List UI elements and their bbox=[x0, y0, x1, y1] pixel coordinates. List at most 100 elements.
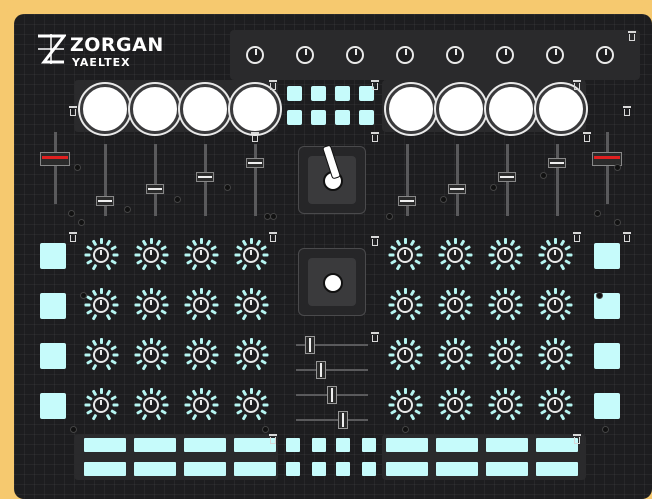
fader-handle[interactable] bbox=[498, 172, 516, 182]
trash-icon[interactable] bbox=[628, 31, 636, 41]
encoder-knob[interactable] bbox=[93, 247, 109, 263]
encoder[interactable] bbox=[388, 388, 423, 422]
joystick-top[interactable] bbox=[298, 144, 366, 214]
bottom-square-button[interactable] bbox=[362, 462, 376, 476]
bottom-button[interactable] bbox=[84, 462, 126, 476]
bottom-square-button[interactable] bbox=[312, 462, 326, 476]
trash-icon[interactable] bbox=[69, 232, 77, 242]
encoder-knob[interactable] bbox=[397, 247, 413, 263]
encoder[interactable] bbox=[488, 338, 523, 372]
trash-icon[interactable] bbox=[371, 132, 379, 142]
trash-icon[interactable] bbox=[573, 80, 581, 90]
bottom-square-button[interactable] bbox=[286, 462, 300, 476]
trash-icon[interactable] bbox=[371, 332, 379, 342]
encoder-knob[interactable] bbox=[497, 347, 513, 363]
encoder[interactable] bbox=[488, 238, 523, 272]
bottom-button[interactable] bbox=[386, 462, 428, 476]
encoder[interactable] bbox=[184, 238, 219, 272]
bottom-button[interactable] bbox=[184, 438, 226, 452]
trash-icon[interactable] bbox=[573, 434, 581, 444]
encoder[interactable] bbox=[438, 388, 473, 422]
encoder-knob[interactable] bbox=[547, 297, 563, 313]
encoder-knob[interactable] bbox=[143, 297, 159, 313]
encoder[interactable] bbox=[84, 338, 119, 372]
center-pad[interactable] bbox=[287, 86, 302, 101]
encoder-knob[interactable] bbox=[547, 347, 563, 363]
encoder-knob[interactable] bbox=[143, 397, 159, 413]
side-pad-left[interactable] bbox=[40, 393, 66, 419]
encoder-knob[interactable] bbox=[243, 247, 259, 263]
fader-handle[interactable] bbox=[196, 172, 214, 182]
side-pad-left[interactable] bbox=[40, 343, 66, 369]
encoder[interactable] bbox=[538, 288, 573, 322]
side-pad-right[interactable] bbox=[594, 243, 620, 269]
encoder[interactable] bbox=[84, 388, 119, 422]
fader-handle[interactable] bbox=[398, 196, 416, 206]
center-pad[interactable] bbox=[311, 86, 326, 101]
fader-handle[interactable] bbox=[40, 152, 70, 166]
encoder[interactable] bbox=[84, 288, 119, 322]
top-knob[interactable] bbox=[446, 46, 464, 64]
fader-handle[interactable] bbox=[548, 158, 566, 168]
bottom-button[interactable] bbox=[436, 438, 478, 452]
joystick-bottom[interactable] bbox=[298, 248, 366, 316]
encoder-knob[interactable] bbox=[93, 297, 109, 313]
encoder[interactable] bbox=[234, 388, 269, 422]
hfader-handle[interactable] bbox=[327, 386, 337, 404]
encoder[interactable] bbox=[538, 238, 573, 272]
fader-handle[interactable] bbox=[96, 196, 114, 206]
encoder[interactable] bbox=[134, 288, 169, 322]
top-knob[interactable] bbox=[496, 46, 514, 64]
trash-icon[interactable] bbox=[371, 80, 379, 90]
encoder-knob[interactable] bbox=[93, 347, 109, 363]
encoder-knob[interactable] bbox=[193, 397, 209, 413]
encoder-knob[interactable] bbox=[447, 397, 463, 413]
encoder[interactable] bbox=[234, 338, 269, 372]
encoder-knob[interactable] bbox=[143, 347, 159, 363]
encoder[interactable] bbox=[538, 388, 573, 422]
encoder[interactable] bbox=[84, 238, 119, 272]
bottom-square-button[interactable] bbox=[312, 438, 326, 452]
bottom-button[interactable] bbox=[84, 438, 126, 452]
fader-handle[interactable] bbox=[246, 158, 264, 168]
encoder[interactable] bbox=[488, 288, 523, 322]
trash-icon[interactable] bbox=[573, 232, 581, 242]
encoder-knob[interactable] bbox=[497, 297, 513, 313]
top-knob[interactable] bbox=[346, 46, 364, 64]
bottom-square-button[interactable] bbox=[336, 438, 350, 452]
encoder-knob[interactable] bbox=[447, 247, 463, 263]
encoder-knob[interactable] bbox=[93, 397, 109, 413]
big-round-button[interactable] bbox=[130, 84, 180, 134]
encoder[interactable] bbox=[438, 288, 473, 322]
big-round-button[interactable] bbox=[536, 84, 586, 134]
top-knob[interactable] bbox=[596, 46, 614, 64]
top-knob[interactable] bbox=[546, 46, 564, 64]
fader-handle[interactable] bbox=[448, 184, 466, 194]
center-pad[interactable] bbox=[359, 110, 374, 125]
center-pad[interactable] bbox=[311, 110, 326, 125]
big-round-button[interactable] bbox=[180, 84, 230, 134]
trash-icon[interactable] bbox=[623, 106, 631, 116]
trash-icon[interactable] bbox=[251, 132, 259, 142]
bottom-button[interactable] bbox=[134, 462, 176, 476]
encoder[interactable] bbox=[134, 238, 169, 272]
big-round-button[interactable] bbox=[436, 84, 486, 134]
encoder[interactable] bbox=[388, 238, 423, 272]
encoder-knob[interactable] bbox=[447, 347, 463, 363]
big-round-button[interactable] bbox=[486, 84, 536, 134]
bottom-button[interactable] bbox=[486, 462, 528, 476]
encoder-knob[interactable] bbox=[497, 397, 513, 413]
center-pad[interactable] bbox=[287, 110, 302, 125]
side-pad-right[interactable] bbox=[594, 343, 620, 369]
encoder-knob[interactable] bbox=[193, 297, 209, 313]
bottom-square-button[interactable] bbox=[362, 438, 376, 452]
side-pad-left[interactable] bbox=[40, 293, 66, 319]
hfader-handle[interactable] bbox=[305, 336, 315, 354]
trash-icon[interactable] bbox=[269, 80, 277, 90]
bottom-button[interactable] bbox=[234, 462, 276, 476]
encoder[interactable] bbox=[184, 288, 219, 322]
encoder-knob[interactable] bbox=[243, 347, 259, 363]
bottom-button[interactable] bbox=[134, 438, 176, 452]
center-pad[interactable] bbox=[335, 110, 350, 125]
bottom-button[interactable] bbox=[184, 462, 226, 476]
